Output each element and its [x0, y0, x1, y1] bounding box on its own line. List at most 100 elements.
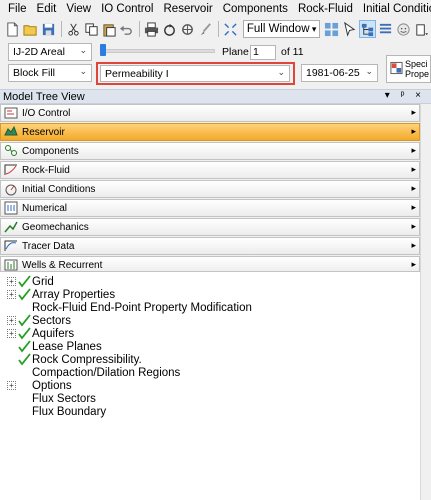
panel-scrollbar[interactable]	[420, 104, 431, 500]
section-label: I/O Control	[22, 107, 71, 119]
section-label: Components	[22, 145, 79, 157]
specify-property-button[interactable]: Speci Prope	[386, 55, 431, 83]
initial-conditions-icon	[4, 182, 18, 196]
expand-icon[interactable]: +	[7, 329, 16, 338]
date-select[interactable]: 1981-06-25 ⌄	[301, 64, 378, 82]
section-geomechanics[interactable]: Geomechanics ▸	[0, 218, 420, 236]
reservoir-tree: + Grid + Array Properties Rock-Fluid End…	[0, 271, 420, 500]
undo-icon[interactable]	[118, 20, 135, 38]
fill-mode-value: Block Fill	[13, 67, 56, 79]
check-icon	[18, 288, 31, 301]
tree-node-label: Rock Compressibility.	[32, 353, 142, 366]
section-components[interactable]: Components ▸	[0, 142, 420, 160]
tree-node-label: Options	[32, 379, 72, 392]
grid-property-icon	[390, 61, 403, 75]
section-label: Initial Conditions	[22, 183, 96, 195]
model-tree-panel-header: Model Tree View ▾ ᵖ ×	[0, 89, 431, 104]
more-tools-icon[interactable]	[413, 20, 430, 38]
print-icon[interactable]	[143, 20, 160, 38]
probe-icon[interactable]	[179, 20, 196, 38]
section-label: Geomechanics	[22, 221, 89, 233]
menu-edit[interactable]: Edit	[32, 3, 62, 15]
brush-icon[interactable]	[197, 20, 214, 38]
tree-node-label: Grid	[32, 275, 54, 288]
view-mode-value: IJ-2D Areal	[13, 46, 65, 58]
list-view-icon[interactable]	[377, 20, 394, 38]
date-value: 1981-06-25	[306, 67, 360, 79]
chevron-right-icon: ▸	[411, 259, 416, 269]
expand-icon[interactable]: +	[7, 290, 16, 299]
section-label: Reservoir	[22, 126, 65, 138]
components-icon	[4, 144, 18, 158]
menu-initial-conditions[interactable]: Initial Conditions	[358, 3, 431, 15]
menu-reservoir[interactable]: Reservoir	[159, 3, 218, 15]
property-highlight: Permeability I ⌄	[96, 62, 295, 85]
expand-icon[interactable]: +	[7, 381, 16, 390]
check-icon	[18, 314, 31, 327]
specify-line-1: Speci	[405, 59, 428, 69]
tree-view-icon[interactable]	[359, 20, 377, 38]
io-control-icon	[4, 106, 18, 120]
toolbar-separator	[139, 21, 141, 37]
open-folder-icon[interactable]	[22, 20, 39, 38]
plane-slider-handle[interactable]	[100, 44, 106, 56]
tracer-data-icon	[4, 239, 18, 253]
panel-controls[interactable]: ▾ ᵖ ×	[385, 90, 425, 101]
paste-icon[interactable]	[101, 20, 118, 38]
section-label: Rock-Fluid	[22, 164, 70, 176]
property-value: Permeability I	[105, 67, 169, 80]
check-icon	[18, 353, 31, 366]
plane-input[interactable]: 1	[250, 45, 276, 60]
numerical-icon	[4, 201, 18, 215]
plane-slider[interactable]	[101, 49, 215, 53]
menu-components[interactable]: Components	[218, 3, 293, 15]
view-mode-select[interactable]: IJ-2D Areal ⌄	[8, 43, 92, 61]
section-io-control[interactable]: I/O Control ▸	[0, 104, 420, 122]
toolbar-separator	[218, 21, 219, 37]
smiley-icon[interactable]	[395, 20, 412, 38]
cut-icon[interactable]	[65, 20, 82, 38]
chevron-down-icon: ▾	[311, 23, 317, 34]
geomechanics-icon	[4, 220, 18, 234]
new-file-icon[interactable]	[4, 20, 21, 38]
chevron-right-icon: ▸	[411, 240, 416, 250]
panel-title: Model Tree View	[3, 90, 85, 103]
menu-io-control[interactable]: IO Control	[96, 3, 158, 15]
menu-rock-fluid[interactable]: Rock-Fluid	[293, 3, 358, 15]
chevron-right-icon: ▸	[411, 221, 416, 231]
property-select[interactable]: Permeability I ⌄	[100, 65, 290, 82]
section-initial-conditions[interactable]: Initial Conditions ▸	[0, 180, 420, 198]
rock-fluid-icon	[4, 163, 18, 177]
refresh-icon[interactable]	[161, 20, 178, 38]
window-mode-dropdown[interactable]: Full Window ▾	[242, 20, 321, 38]
save-icon[interactable]	[40, 20, 57, 38]
menu-file[interactable]: File	[0, 3, 32, 15]
chevron-down-icon: ⌄	[365, 66, 373, 76]
toolbar-separator	[60, 21, 62, 37]
section-numerical[interactable]: Numerical ▸	[0, 199, 420, 217]
chevron-down-icon: ⌄	[79, 45, 87, 55]
expand-icon[interactable]: +	[7, 277, 16, 286]
check-icon	[18, 340, 31, 353]
grid-select-icon[interactable]	[323, 20, 340, 38]
cursor-arrow-icon[interactable]	[341, 20, 358, 38]
section-tracer-data[interactable]: Tracer Data ▸	[0, 237, 420, 255]
copy-icon[interactable]	[83, 20, 100, 38]
chevron-right-icon: ▸	[411, 202, 416, 212]
reservoir-icon	[4, 125, 18, 139]
section-reservoir[interactable]: Reservoir ▸	[0, 123, 420, 141]
chevron-right-icon: ▸	[411, 126, 416, 136]
tree-node-label: Lease Planes	[32, 340, 102, 353]
fit-window-icon[interactable]	[222, 20, 239, 38]
expand-icon[interactable]: +	[7, 316, 16, 325]
check-icon	[18, 327, 31, 340]
section-rock-fluid[interactable]: Rock-Fluid ▸	[0, 161, 420, 179]
tree-node-label: Sectors	[32, 314, 71, 327]
section-label: Wells & Recurrent	[22, 259, 103, 271]
section-label: Tracer Data	[22, 240, 75, 252]
tree-node-label: Rock-Fluid End-Point Property Modificati…	[32, 301, 252, 314]
menu-bar: File Edit View IO Control Reservoir Comp…	[0, 0, 431, 18]
fill-mode-select[interactable]: Block Fill ⌄	[8, 64, 92, 82]
tree-node-label: Flux Sectors	[32, 392, 96, 405]
menu-view[interactable]: View	[61, 3, 96, 15]
